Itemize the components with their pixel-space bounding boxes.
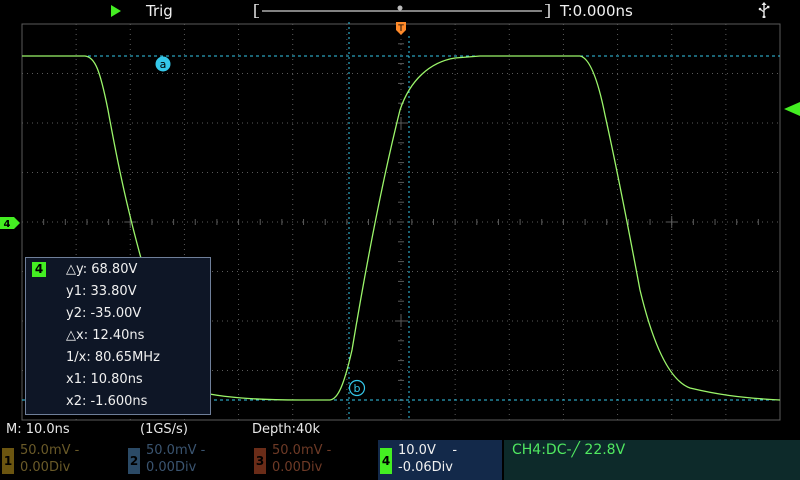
trigger-status-label: Trig: [146, 2, 173, 20]
channel-1-badge: 1: [2, 448, 14, 474]
ch4-trigger-level-marker[interactable]: [784, 102, 800, 116]
cursor-delta-x: △x: 12.40ns: [66, 328, 145, 343]
play-triangle-icon[interactable]: [110, 4, 122, 18]
cursor-y1-value: y1: 33.80V: [66, 284, 137, 299]
channel-1-scale: 50.0mV -: [20, 443, 80, 458]
channel-4-offset: -0.06Div: [398, 460, 453, 475]
memory-depth-readout: Depth:40k: [252, 422, 321, 437]
channel-3-scale: 50.0mV -: [272, 443, 332, 458]
timebase-readout: M: 10.0ns: [6, 422, 70, 437]
acquisition-status-bar: M: 10.0ns (1GS/s) Depth:40k: [0, 422, 800, 438]
cursor-measurement-panel: 4 △y: 68.80V y1: 33.80V y2: -35.00V △x: …: [25, 257, 211, 415]
cursor-channel-badge: 4: [32, 262, 46, 277]
channel-2-badge: 2: [128, 448, 140, 474]
memory-position-bar[interactable]: [254, 4, 550, 18]
channel-3-info[interactable]: 3 50.0mV - 0.00Div: [252, 440, 376, 480]
channel-1-offset: 0.00Div: [20, 460, 71, 475]
channel-4-info[interactable]: 4 10.0V - -0.06Div: [378, 440, 502, 480]
cursor-y2-value: y2: -35.00V: [66, 306, 142, 321]
svg-text:4: 4: [4, 219, 11, 230]
trigger-position-readout: T:0.000ns: [560, 2, 633, 20]
channel-1-info[interactable]: 1 50.0mV - 0.00Div: [0, 440, 124, 480]
channel-3-offset: 0.00Div: [272, 460, 323, 475]
trigger-info-panel[interactable]: CH4:DC-╱ 22.8V: [504, 440, 800, 480]
cursor-delta-y: △y: 68.80V: [66, 262, 138, 277]
usb-icon: [758, 2, 770, 18]
channel-2-scale: 50.0mV -: [146, 443, 206, 458]
channel-4-scale: 10.0V -: [398, 443, 458, 458]
svg-text:T: T: [397, 24, 404, 34]
cursor-y2-tag[interactable]: b: [348, 379, 366, 397]
svg-text:b: b: [354, 382, 361, 395]
channel-2-offset: 0.00Div: [146, 460, 197, 475]
sample-rate-readout: (1GS/s): [140, 422, 188, 437]
cursor-frequency: 1/x: 80.65MHz: [66, 350, 160, 365]
channel-info-bar: 1 50.0mV - 0.00Div 2 50.0mV - 0.00Div 3 …: [0, 438, 800, 480]
top-status-bar: Trig T:0.000ns: [0, 0, 800, 22]
cursor-y1-tag[interactable]: a: [155, 56, 171, 72]
channel-4-badge: 4: [380, 448, 392, 474]
svg-text:a: a: [160, 58, 167, 71]
trigger-settings-readout: CH4:DC-╱ 22.8V: [512, 442, 626, 458]
ch4-offset-marker[interactable]: 4: [0, 217, 20, 230]
channel-3-badge: 3: [254, 448, 266, 474]
cursor-x1-value: x1: 10.80ns: [66, 372, 143, 387]
cursor-x2-value: x2: -1.600ns: [66, 394, 148, 409]
channel-2-info[interactable]: 2 50.0mV - 0.00Div: [126, 440, 250, 480]
